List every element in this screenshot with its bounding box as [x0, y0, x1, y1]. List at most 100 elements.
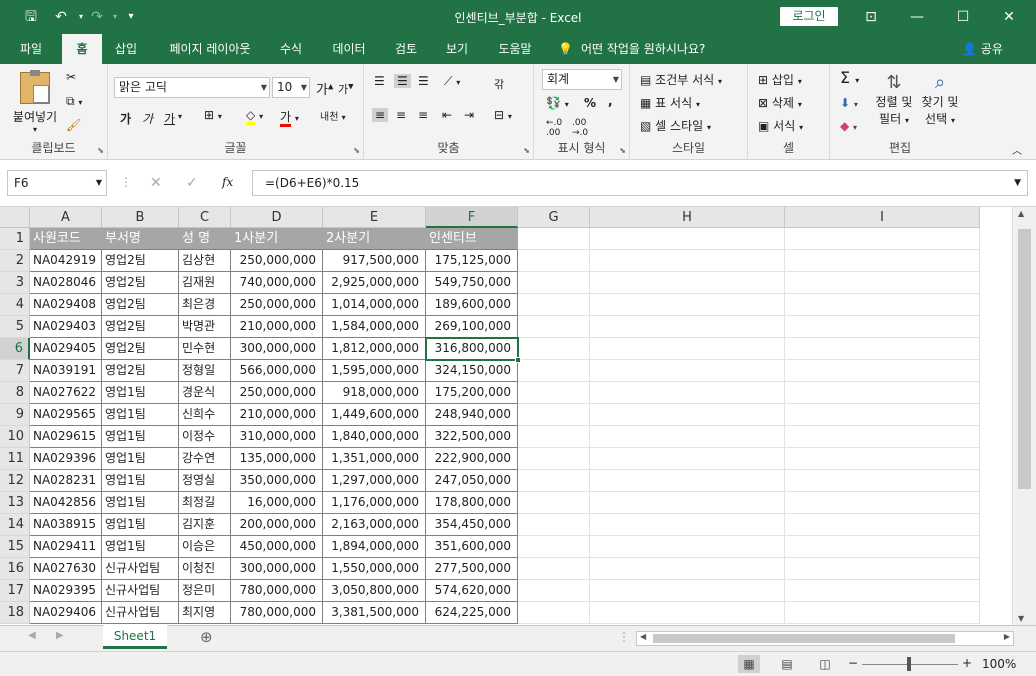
tab-help[interactable]: 도움말	[488, 34, 542, 64]
empty-cell[interactable]	[518, 448, 590, 470]
empty-cell[interactable]	[785, 250, 980, 272]
row-header-8[interactable]: 8	[0, 382, 30, 404]
paste-button[interactable]: 붙여넣기 ▾	[10, 70, 60, 134]
data-cell[interactable]: 1,176,000,000	[323, 492, 426, 514]
data-cell[interactable]: 250,000,000	[231, 250, 323, 272]
data-cell[interactable]: 566,000,000	[231, 360, 323, 382]
zoom-level[interactable]: 100%	[982, 657, 1016, 671]
data-cell[interactable]: 최지영	[179, 602, 231, 624]
data-cell[interactable]: 1,550,000,000	[323, 558, 426, 580]
tab-home[interactable]: 홈	[62, 34, 102, 64]
data-cell[interactable]: 신규사업팀	[102, 580, 179, 602]
empty-cell[interactable]	[785, 448, 980, 470]
data-cell[interactable]: 강수연	[179, 448, 231, 470]
wrap-text-button[interactable]: 갂	[494, 76, 504, 92]
data-cell[interactable]: 영업1팀	[102, 492, 179, 514]
data-cell[interactable]: 영업2팀	[102, 250, 179, 272]
empty-cell[interactable]	[590, 558, 785, 580]
worksheet-grid[interactable]: ABCDEFGHI 1 2 3 4 5 6 7 8 9 10 11 12 13 14 15 16 17 18 사원…	[0, 207, 1036, 625]
header-cell[interactable]: 성 명	[179, 228, 231, 250]
underline-button[interactable]: 가	[164, 110, 175, 127]
data-cell[interactable]: 740,000,000	[231, 272, 323, 294]
align-top-icon[interactable]: ☰	[374, 74, 385, 88]
underline-dropdown-icon[interactable]: ▾	[178, 112, 182, 121]
data-cell[interactable]: NA029408	[30, 294, 102, 316]
data-cell[interactable]: 316,800,000	[426, 338, 518, 360]
sheet-tab-sheet1[interactable]: Sheet1	[103, 625, 167, 649]
data-cell[interactable]: 영업2팀	[102, 360, 179, 382]
empty-cell[interactable]	[590, 316, 785, 338]
empty-cell[interactable]	[518, 316, 590, 338]
align-left-icon[interactable]: ≡	[372, 108, 389, 122]
data-cell[interactable]: NA038915	[30, 514, 102, 536]
tell-me-search[interactable]: 💡 어떤 작업을 원하시나요?	[558, 34, 705, 64]
data-cell[interactable]: 549,750,000	[426, 272, 518, 294]
column-header-d[interactable]: D	[231, 207, 323, 228]
next-sheet-icon[interactable]: ▶	[56, 630, 64, 641]
shrink-font-button[interactable]: 가▼	[338, 81, 354, 97]
data-cell[interactable]: 최은경	[179, 294, 231, 316]
data-cell[interactable]: 210,000,000	[231, 404, 323, 426]
phonetic-button[interactable]: 내천 ▾	[320, 108, 346, 123]
fill-icon[interactable]: ⬇ ▾	[840, 96, 858, 110]
tab-review[interactable]: 검토	[386, 34, 426, 64]
empty-cell[interactable]	[518, 228, 590, 250]
data-cell[interactable]: NA027622	[30, 382, 102, 404]
data-cell[interactable]: 450,000,000	[231, 536, 323, 558]
tab-page-layout[interactable]: 페이지 레이아웃	[158, 34, 262, 64]
data-cell[interactable]: 영업1팀	[102, 404, 179, 426]
data-cell[interactable]: 574,620,000	[426, 580, 518, 602]
column-header-i[interactable]: I	[785, 207, 980, 228]
data-cell[interactable]: 175,200,000	[426, 382, 518, 404]
empty-cell[interactable]	[785, 294, 980, 316]
align-middle-icon[interactable]: ☰	[394, 74, 411, 88]
prev-sheet-icon[interactable]: ◀	[28, 630, 36, 641]
header-cell[interactable]: 인센티브	[426, 228, 518, 250]
column-header-c[interactable]: C	[179, 207, 231, 228]
conditional-formatting-button[interactable]: ▤ 조건부 서식 ▾	[640, 71, 722, 88]
empty-cell[interactable]	[590, 426, 785, 448]
row-header-1[interactable]: 1	[0, 228, 30, 250]
empty-cell[interactable]	[590, 272, 785, 294]
empty-cell[interactable]	[785, 580, 980, 602]
data-cell[interactable]: 영업1팀	[102, 382, 179, 404]
data-cell[interactable]: 신규사업팀	[102, 558, 179, 580]
data-cell[interactable]: 1,595,000,000	[323, 360, 426, 382]
empty-cell[interactable]	[785, 514, 980, 536]
data-cell[interactable]: 918,000,000	[323, 382, 426, 404]
maximize-icon[interactable]: ☐	[940, 0, 986, 34]
insert-function-icon[interactable]: fx	[222, 175, 233, 189]
increase-decimal-icon[interactable]: ←.0.00	[546, 118, 562, 138]
data-cell[interactable]: 200,000,000	[231, 514, 323, 536]
empty-cell[interactable]	[785, 536, 980, 558]
tab-splitter[interactable]: ⋮	[618, 630, 630, 644]
data-cell[interactable]: 신희수	[179, 404, 231, 426]
data-cell[interactable]: 영업1팀	[102, 514, 179, 536]
data-cell[interactable]: 영업1팀	[102, 536, 179, 558]
data-cell[interactable]: 210,000,000	[231, 316, 323, 338]
data-cell[interactable]: NA042856	[30, 492, 102, 514]
fill-handle[interactable]	[515, 357, 521, 363]
sort-filter-button[interactable]: ⇅ 정렬 및 필터 ▾	[874, 72, 914, 127]
data-cell[interactable]: 780,000,000	[231, 580, 323, 602]
empty-cell[interactable]	[785, 404, 980, 426]
cut-icon[interactable]: ✂	[66, 70, 76, 84]
share-button[interactable]: 👤 공유	[962, 34, 1003, 64]
data-cell[interactable]: 1,584,000,000	[323, 316, 426, 338]
page-layout-view-icon[interactable]: ▤	[776, 655, 798, 673]
data-cell[interactable]: NA028231	[30, 470, 102, 492]
data-cell[interactable]: 310,000,000	[231, 426, 323, 448]
clear-icon[interactable]: ◆ ▾	[840, 119, 857, 133]
row-header-3[interactable]: 3	[0, 272, 30, 294]
data-cell[interactable]: 영업1팀	[102, 426, 179, 448]
data-cell[interactable]: 민수현	[179, 338, 231, 360]
data-cell[interactable]: 김상현	[179, 250, 231, 272]
empty-cell[interactable]	[590, 360, 785, 382]
comma-button[interactable]: ,	[608, 94, 613, 108]
data-cell[interactable]: 175,125,000	[426, 250, 518, 272]
data-cell[interactable]: 신규사업팀	[102, 602, 179, 624]
empty-cell[interactable]	[518, 294, 590, 316]
data-cell[interactable]: NA029565	[30, 404, 102, 426]
font-size-select[interactable]: 10 ▼	[272, 77, 310, 98]
row-header-7[interactable]: 7	[0, 360, 30, 382]
